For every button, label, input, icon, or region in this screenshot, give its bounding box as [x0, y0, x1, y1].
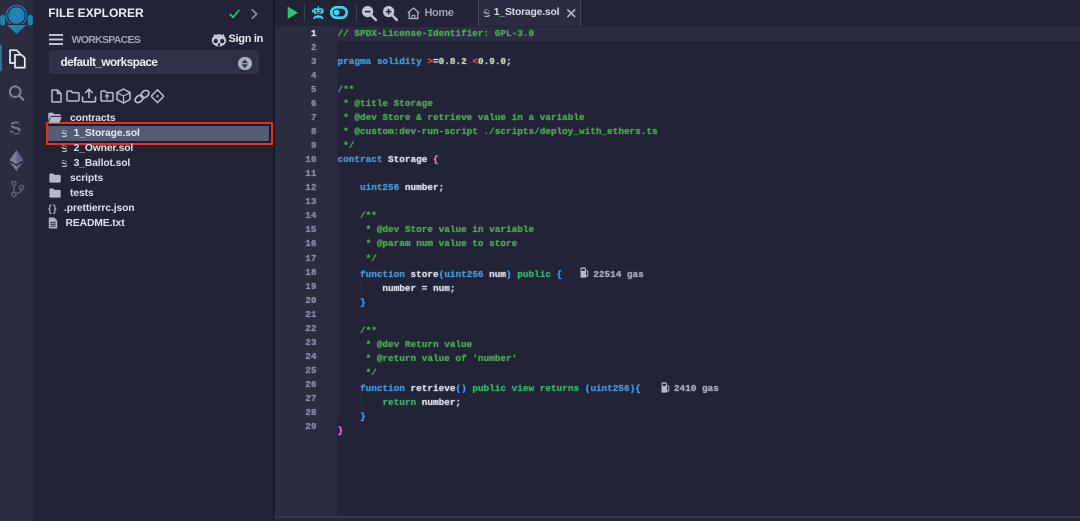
- svg-text:{ }: { }: [48, 204, 57, 214]
- svg-text:S: S: [10, 118, 22, 138]
